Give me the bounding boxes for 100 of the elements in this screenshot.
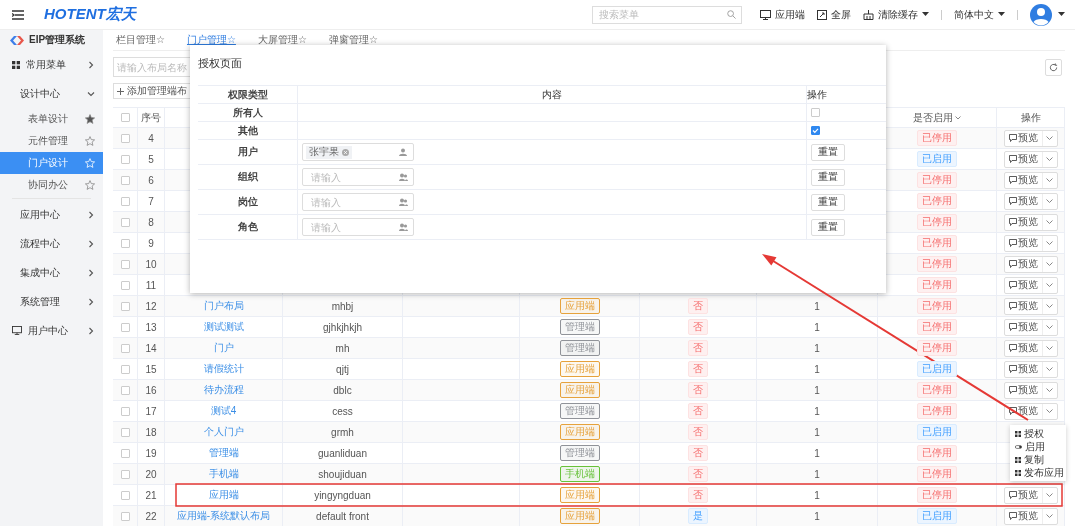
alias-text: default front (316, 510, 369, 522)
row-number: 9 (148, 237, 154, 249)
status-tag: 已启用 (917, 361, 957, 377)
count-text: 1 (814, 300, 820, 312)
alias-text: shoujiduan (318, 468, 367, 480)
logo: HOTENT宏天 (44, 5, 136, 24)
count-text: 1 (814, 342, 820, 354)
row-number: 8 (148, 216, 154, 228)
count-text: 1 (814, 363, 820, 375)
status-tag: 已停用 (917, 319, 957, 335)
row-number: 17 (145, 405, 157, 417)
tab[interactable]: 大屏管理☆ (257, 30, 307, 50)
type-tag: 应用端 (559, 424, 600, 440)
status-tag: 已停用 (917, 277, 957, 293)
alias-text: gjhkjhkjh (323, 321, 362, 333)
count-text: 1 (814, 426, 820, 438)
selector-field[interactable]: 请输入 (302, 193, 414, 211)
default-tag: 是 (688, 508, 708, 524)
type-tag: 管理端 (559, 319, 600, 335)
layout-name-link[interactable]: 应用端 (208, 488, 239, 502)
row-number: 22 (145, 510, 157, 522)
type-tag: 管理端 (559, 403, 600, 419)
permission-type: 用户 (237, 145, 258, 159)
menu-item[interactable]: 启用 (1010, 440, 1066, 453)
count-text: 1 (814, 468, 820, 480)
menu-item[interactable]: 复制 (1010, 453, 1066, 466)
sidebar-item[interactable]: 集成中心 (0, 258, 103, 287)
sidebar-item[interactable]: 应用中心 (0, 200, 103, 229)
alias-text: mhbj (331, 300, 354, 312)
column-header[interactable]: 是否启用 (913, 110, 953, 125)
add-layout-button[interactable]: 添加管理端布 (113, 83, 191, 99)
sidebar-item[interactable]: 系统管理 (0, 287, 103, 316)
status-tag: 已启用 (917, 424, 957, 440)
default-tag: 否 (688, 340, 708, 356)
status-tag: 已停用 (917, 466, 957, 482)
default-tag: 否 (688, 361, 708, 377)
row-number: 16 (145, 384, 157, 396)
selector-field[interactable]: 请输入 (302, 218, 414, 236)
sidebar-subitem[interactable]: 协同办公 (0, 174, 103, 196)
permission-type: 其他 (237, 123, 258, 138)
selector-field[interactable]: 请输入 (302, 168, 414, 186)
type-tag: 手机端 (559, 466, 600, 482)
header-link[interactable]: 清除缓存 (863, 7, 929, 22)
header-link[interactable]: 全屏 (817, 7, 851, 22)
selector-field[interactable]: 张宇果 (302, 143, 414, 161)
tab[interactable]: 弹窗管理☆ (328, 30, 378, 50)
user-tag: 张宇果 (306, 145, 352, 159)
default-tag: 否 (688, 487, 708, 503)
layout-name-link[interactable]: 测试测试 (203, 320, 244, 334)
permission-type: 角色 (237, 220, 258, 234)
count-text: 1 (814, 447, 820, 459)
alias-text: qjtj (336, 363, 349, 375)
header-link[interactable]: 应用端 (760, 7, 805, 22)
alias-text: guanliduan (318, 447, 367, 459)
column-header: 操作 (807, 87, 827, 102)
sidebar-subitem[interactable]: 表单设计 (0, 108, 103, 130)
reset-button[interactable]: 重置 (811, 218, 845, 236)
sidebar-item[interactable]: 用户中心 (0, 316, 103, 345)
default-tag: 否 (688, 319, 708, 335)
count-text: 1 (814, 321, 820, 333)
status-tag: 已停用 (917, 298, 957, 314)
count-text: 1 (814, 510, 820, 522)
permission-type: 组织 (237, 170, 258, 184)
system-title: EIP管理系统 (29, 33, 86, 47)
sidebar-item[interactable]: 设计中心 (0, 79, 103, 108)
type-tag: 应用端 (559, 361, 600, 377)
sidebar-item[interactable]: 流程中心 (0, 229, 103, 258)
status-tag: 已停用 (917, 130, 957, 146)
column-header: 操作 (1020, 110, 1041, 125)
row-number: 6 (148, 174, 154, 186)
status-tag: 已停用 (917, 193, 957, 209)
status-tag: 已停用 (917, 403, 957, 419)
menu-item[interactable]: 授权 (1010, 427, 1066, 440)
status-tag: 已停用 (917, 235, 957, 251)
type-tag: 管理端 (559, 340, 600, 356)
tab[interactable]: 栏目管理☆ (116, 30, 165, 50)
reset-button[interactable]: 重置 (811, 168, 845, 186)
alias-text: yingyngduan (314, 489, 371, 501)
row-number: 18 (145, 426, 157, 438)
tab[interactable]: 门户管理☆ (186, 30, 236, 50)
sidebar-subitem[interactable]: 元件管理 (0, 130, 103, 152)
reset-button[interactable]: 重置 (811, 193, 845, 211)
reset-button[interactable]: 重置 (811, 143, 845, 161)
menu-item[interactable]: 发布应用 (1010, 466, 1066, 479)
row-number: 21 (145, 489, 157, 501)
status-tag: 已停用 (917, 487, 957, 503)
row-number: 19 (145, 447, 157, 459)
status-tag: 已启用 (917, 508, 957, 524)
column-header: 权限类型 (227, 87, 268, 102)
row-number: 11 (145, 279, 157, 291)
sidebar-item[interactable]: 常用菜单 (0, 50, 103, 79)
layout-name-link[interactable]: 管理端 (208, 446, 239, 460)
default-tag: 否 (688, 424, 708, 440)
layout-name-link[interactable]: 测试4 (210, 404, 237, 418)
layout-name-link[interactable]: 请假统计 (203, 362, 244, 376)
language-selector[interactable]: 简体中文 (954, 7, 1005, 22)
default-tag: 否 (688, 466, 708, 482)
default-tag: 否 (688, 382, 708, 398)
alias-text: grmh (331, 426, 354, 438)
status-tag: 已停用 (917, 340, 957, 356)
